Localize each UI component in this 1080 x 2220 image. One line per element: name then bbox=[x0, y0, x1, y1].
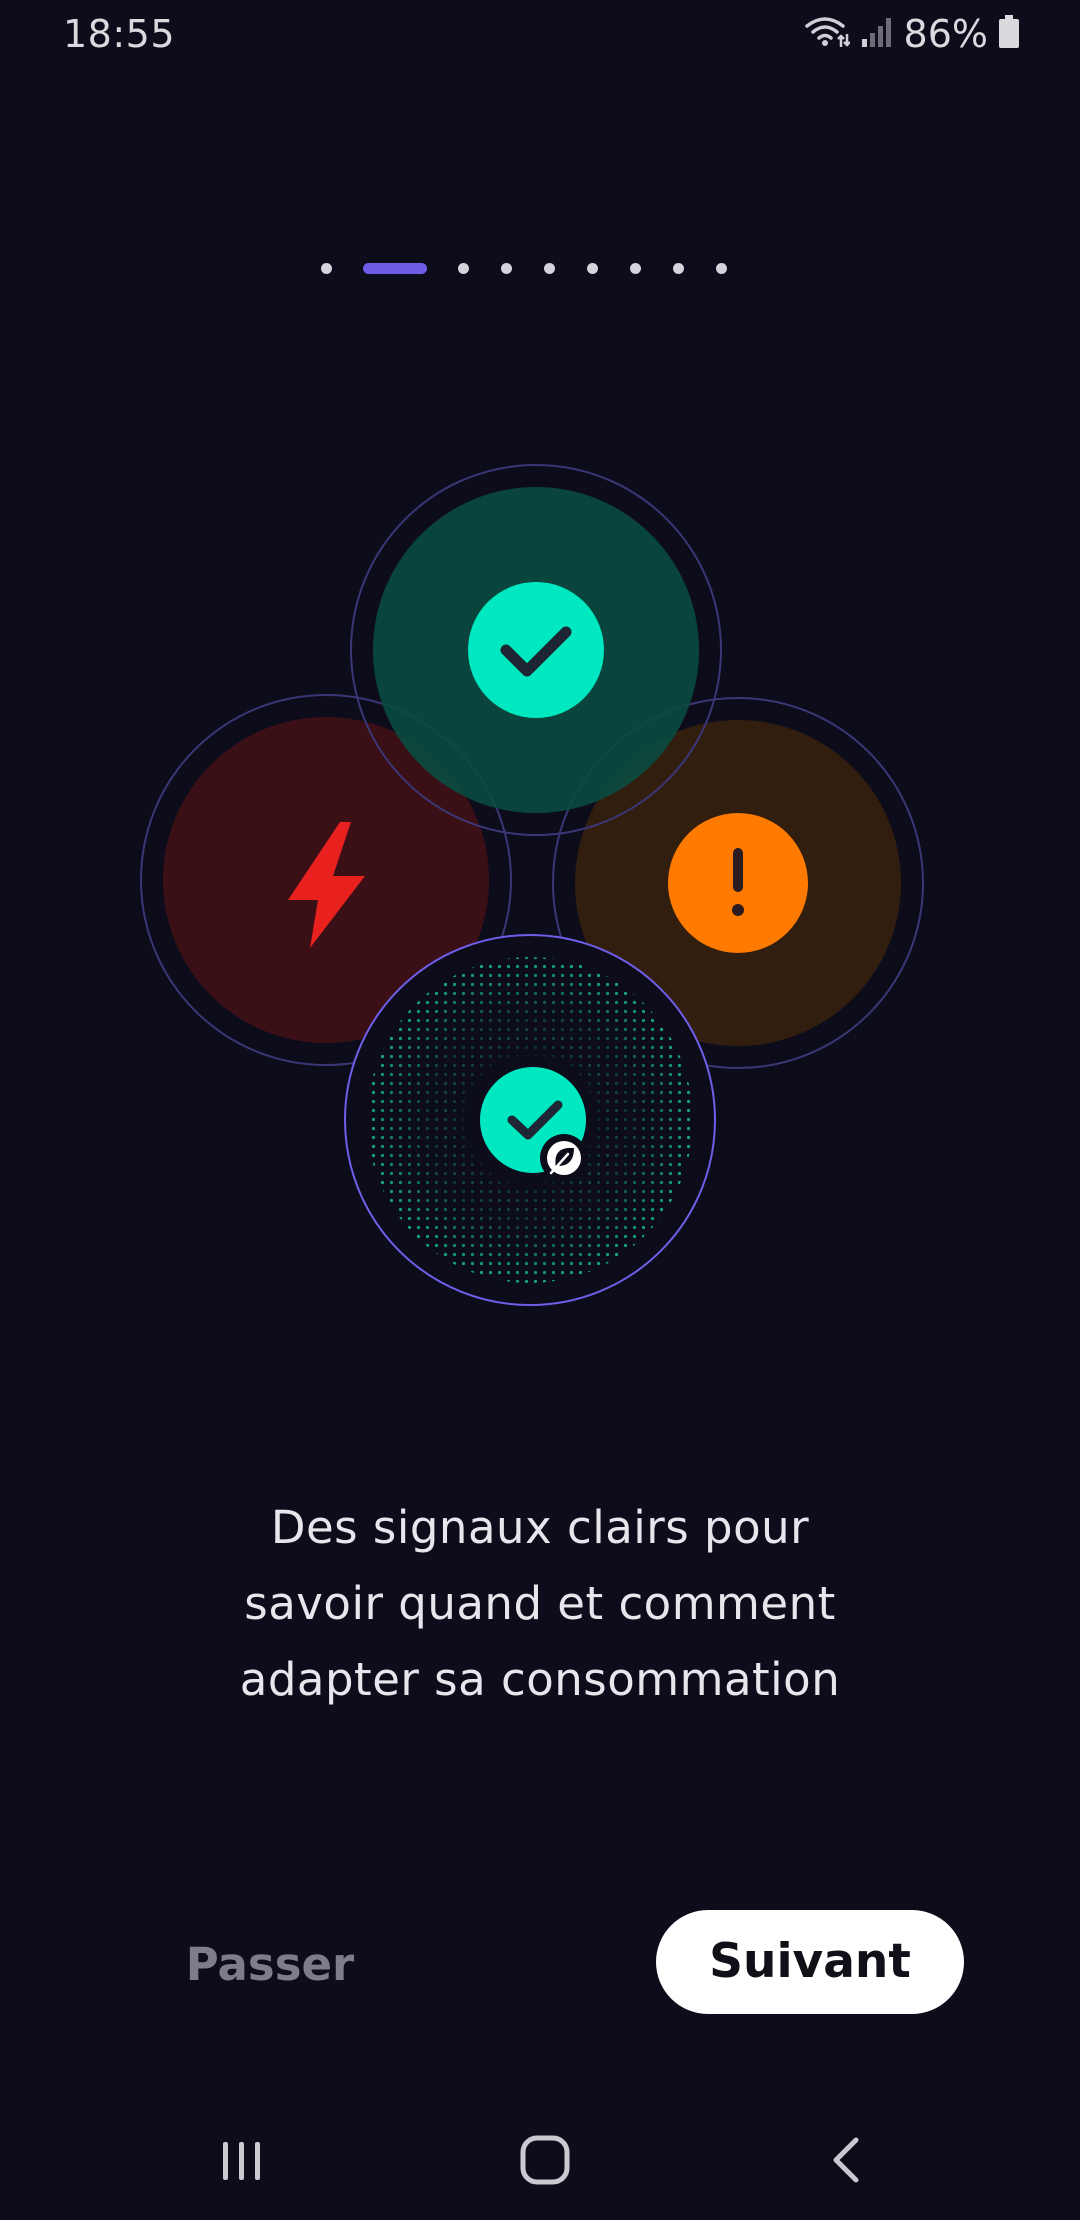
page-dot[interactable] bbox=[544, 263, 555, 274]
back-icon bbox=[833, 2137, 859, 2183]
status-time: 18:55 bbox=[63, 12, 176, 56]
recent-apps-button[interactable] bbox=[182, 2110, 302, 2210]
page-dot[interactable] bbox=[321, 263, 332, 274]
navigation-bar bbox=[0, 2110, 1080, 2220]
home-button[interactable] bbox=[485, 2110, 605, 2210]
status-icons: 86% bbox=[804, 12, 1020, 56]
skip-button[interactable]: Passer bbox=[150, 1925, 390, 2005]
eco-check-signal bbox=[344, 934, 716, 1306]
message-line: adapter sa consommation bbox=[239, 1653, 841, 1706]
onboarding-message: Des signaux clairs pour savoir quand et … bbox=[140, 1490, 940, 1718]
page-dot[interactable] bbox=[458, 263, 469, 274]
leaf-icon bbox=[540, 1134, 588, 1182]
home-icon bbox=[520, 2135, 570, 2185]
page-dot-active[interactable] bbox=[363, 263, 427, 274]
back-button[interactable] bbox=[787, 2110, 907, 2210]
page-dot[interactable] bbox=[716, 263, 727, 274]
page-indicator bbox=[0, 258, 1080, 280]
exclamation-icon bbox=[732, 848, 744, 916]
page-dot[interactable] bbox=[630, 263, 641, 274]
message-line: Des signaux clairs pour bbox=[270, 1501, 810, 1554]
next-button[interactable]: Suivant bbox=[656, 1910, 964, 2014]
signal-icon bbox=[860, 15, 894, 53]
message-line: savoir quand et comment bbox=[244, 1577, 836, 1630]
battery-icon bbox=[998, 15, 1020, 53]
wifi-icon bbox=[804, 14, 851, 54]
recent-apps-icon bbox=[223, 2142, 260, 2180]
battery-percent: 86% bbox=[903, 12, 988, 56]
page-dot[interactable] bbox=[673, 263, 684, 274]
signals-illustration bbox=[0, 440, 1080, 1340]
status-bar: 18:55 86% bbox=[0, 0, 1080, 68]
page-dot[interactable] bbox=[587, 263, 598, 274]
page-dot[interactable] bbox=[501, 263, 512, 274]
